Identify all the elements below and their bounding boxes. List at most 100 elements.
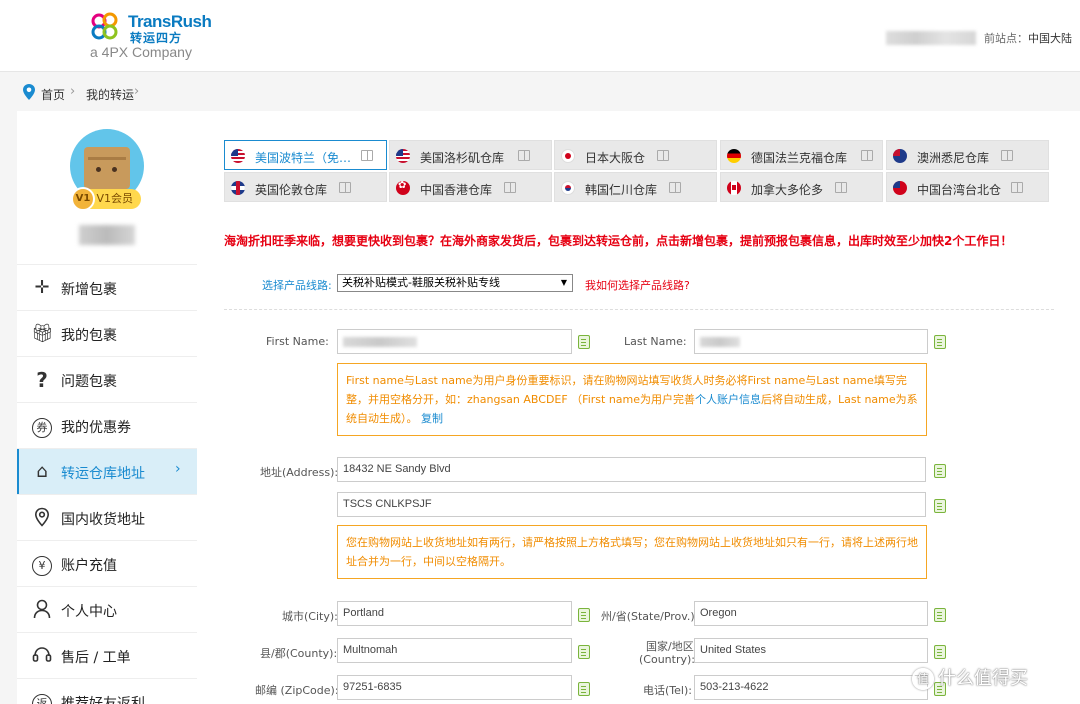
sidebar-item-add-package[interactable]: ✛ 新增包裹 — [17, 264, 197, 310]
coupon-icon: 券 — [31, 415, 53, 438]
book-icon[interactable] — [1001, 150, 1013, 161]
state-label: 州/省(State/Prov.): — [601, 610, 699, 623]
sidebar-item-label: 我的优惠券 — [61, 420, 131, 436]
book-icon[interactable] — [339, 182, 351, 193]
de-flag-icon — [727, 149, 741, 163]
promo-notice: 海淘折扣旺季来临，想要更快收到包裹？在海外商家发货后，包裹到达转运仓前，点击新增… — [224, 234, 1013, 248]
sidebar-item-label: 我的包裹 — [61, 328, 117, 344]
tel-field[interactable]: 503-213-4622 — [694, 675, 928, 700]
sidebar-item-coupons[interactable]: 券 我的优惠券 — [17, 402, 197, 448]
last-name-blurred — [700, 337, 740, 347]
station-value[interactable]: 中国大陆 — [1028, 32, 1072, 45]
breadcrumb-home[interactable]: 首页 — [41, 86, 65, 103]
copy-icon[interactable] — [934, 499, 946, 513]
route-select[interactable]: 关税补贴模式-鞋服关税补贴专线 ▼ — [337, 274, 573, 292]
avatar-eye — [96, 167, 101, 172]
main-content: 美国波特兰（免… 美国洛杉矶仓库 日本大阪仓 德国法兰克福仓库 澳洲悉尼仓库 英… — [197, 111, 1080, 704]
transrush-logo[interactable]: TransRush 转运四方 a 4PX Company — [90, 12, 212, 62]
sidebar-item-after-sales[interactable]: 售后 / 工单 — [17, 632, 197, 678]
first-name-field[interactable] — [337, 329, 572, 354]
sidebar-item-label: 国内收货地址 — [61, 512, 145, 528]
sidebar-item-label: 推荐好友返利 — [61, 696, 145, 704]
username-blurred[interactable] — [886, 31, 976, 45]
sidebar-item-profile[interactable]: 个人中心 — [17, 586, 197, 632]
address-label: 地址(Address): — [260, 466, 339, 479]
watermark-text: 什么值得买 — [938, 668, 1028, 689]
sidebar-item-recharge[interactable]: ¥ 账户充值 — [17, 540, 197, 586]
book-icon[interactable] — [861, 150, 873, 161]
book-icon[interactable] — [657, 150, 669, 161]
tab-label: 日本大阪仓 — [585, 151, 646, 165]
copy-icon[interactable] — [934, 335, 946, 349]
station-selector[interactable]: 前站点：中国大陆 — [984, 30, 1072, 46]
station-label: 前站点： — [984, 32, 1028, 45]
breadcrumb-current[interactable]: 我的转运 — [86, 86, 134, 103]
address-tip-box: 您在购物网站上收货地址如有两行，请严格按照上方格式填写；您在购物网站上收货地址如… — [337, 525, 927, 579]
county-field[interactable]: Multnomah — [337, 638, 572, 663]
country-label-line-1: 国家/地区 — [646, 640, 694, 653]
address-line-2-field[interactable]: TSCS CNLKPSJF — [337, 492, 926, 517]
dropdown-caret-icon: ▼ — [560, 278, 567, 287]
sidebar-item-label: 转运仓库地址 — [61, 466, 145, 482]
chevron-right-icon: › — [134, 84, 140, 99]
sidebar-item-problem-packages[interactable]: ? 问题包裹 — [17, 356, 197, 402]
account-info-link[interactable]: 个人账户信息 — [695, 393, 761, 406]
tab-label: 韩国仁川仓库 — [585, 183, 658, 197]
zip-field[interactable]: 97251-6835 — [337, 675, 572, 700]
copy-icon[interactable] — [578, 335, 590, 349]
book-icon[interactable] — [835, 182, 847, 193]
sidebar-item-warehouse-address[interactable]: ⌂ 转运仓库地址 › — [17, 448, 197, 494]
jp-flag-icon — [561, 149, 575, 163]
username-blurred — [79, 225, 135, 245]
city-field[interactable]: Portland — [337, 601, 572, 626]
tel-label: 电话(Tel): — [643, 684, 692, 697]
tab-london[interactable]: 英国伦敦仓库 — [224, 172, 387, 202]
book-icon[interactable] — [669, 182, 681, 193]
copy-icon[interactable] — [578, 682, 590, 696]
copy-icon[interactable] — [578, 608, 590, 622]
tab-taipei[interactable]: 中国台湾台北仓 — [886, 172, 1049, 202]
book-icon[interactable] — [1011, 182, 1023, 193]
country-field[interactable]: United States — [694, 638, 928, 663]
sidebar-item-domestic-address[interactable]: 国内收货地址 — [17, 494, 197, 540]
tab-frankfurt[interactable]: 德国法兰克福仓库 — [720, 140, 883, 170]
logo-subtitle: a 4PX Company — [90, 44, 192, 60]
book-icon[interactable] — [518, 150, 530, 161]
tab-sydney[interactable]: 澳洲悉尼仓库 — [886, 140, 1049, 170]
last-name-label: Last Name: — [624, 335, 687, 348]
book-icon[interactable] — [361, 150, 373, 161]
route-label: 选择产品线路: — [262, 279, 332, 292]
copy-icon[interactable] — [934, 608, 946, 622]
copy-icon[interactable] — [578, 645, 590, 659]
address-line-1-field[interactable]: 18432 NE Sandy Blvd — [337, 457, 926, 482]
tab-hong-kong[interactable]: 中国香港仓库 — [389, 172, 552, 202]
ca-flag-icon — [727, 181, 741, 195]
state-field[interactable]: Oregon — [694, 601, 928, 626]
tab-los-angeles[interactable]: 美国洛杉矶仓库 — [389, 140, 552, 170]
vip-badge: V1 V1会员 — [71, 187, 141, 211]
sidebar-item-referral[interactable]: 返 推荐好友返利 — [17, 678, 197, 704]
copy-icon[interactable] — [934, 464, 946, 478]
sidebar-item-my-packages[interactable]: 🎁︎ 我的包裹 — [17, 310, 197, 356]
tab-toronto[interactable]: 加拿大多伦多 — [720, 172, 883, 202]
sidebar-item-label: 个人中心 — [61, 604, 117, 620]
avatar-box-character — [84, 147, 130, 189]
watermark-logo-icon: 值 — [912, 668, 934, 690]
last-name-field[interactable] — [694, 329, 928, 354]
book-icon[interactable] — [504, 182, 516, 193]
copy-link[interactable]: 复制 — [421, 412, 443, 425]
route-help-link[interactable]: 我如何选择产品线路? — [585, 277, 690, 293]
location-pin-icon — [23, 84, 35, 100]
plus-icon: ✛ — [34, 277, 50, 298]
country-label-line-2: (Country): — [639, 653, 695, 666]
tab-label: 加拿大多伦多 — [751, 183, 824, 197]
gift-icon: 🎁︎ — [31, 323, 54, 344]
copy-icon[interactable] — [934, 645, 946, 659]
sidebar-item-label: 问题包裹 — [61, 374, 117, 390]
tab-portland[interactable]: 美国波特兰（免… — [224, 140, 387, 170]
tab-osaka[interactable]: 日本大阪仓 — [554, 140, 717, 170]
tab-label: 美国洛杉矶仓库 — [420, 151, 505, 165]
uk-flag-icon — [231, 181, 245, 195]
hk-flag-icon — [396, 181, 410, 195]
tab-incheon[interactable]: 韩国仁川仓库 — [554, 172, 717, 202]
